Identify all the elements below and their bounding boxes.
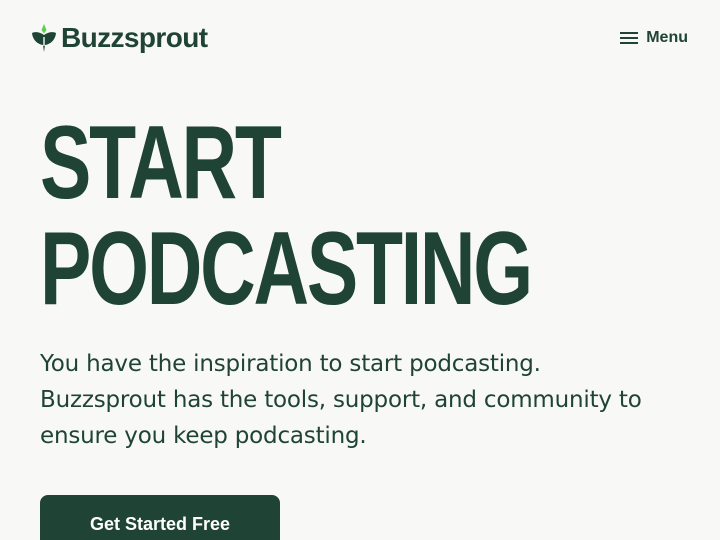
menu-button[interactable]: Menu [620,26,688,50]
hero-title-line-1: START [40,105,282,221]
hero-title-line-2: PODCASTING [40,211,533,327]
hero-section: START PODCASTING [40,110,680,322]
buzzsprout-logo[interactable]: Buzzsprout [31,20,208,56]
hero-title: START PODCASTING [40,110,680,322]
menu-label: Menu [646,29,688,46]
logo-wordmark: Buzzsprout [61,22,208,53]
hamburger-icon [620,32,639,44]
cta-label: Get Started Free [89,514,231,534]
hero-description: You have the inspiration to start podcas… [40,351,642,449]
site-header: Buzzsprout Menu [0,0,720,76]
get-started-free-button[interactable]: Get Started Free [40,495,280,540]
buzzsprout-sprout-icon [32,24,56,52]
